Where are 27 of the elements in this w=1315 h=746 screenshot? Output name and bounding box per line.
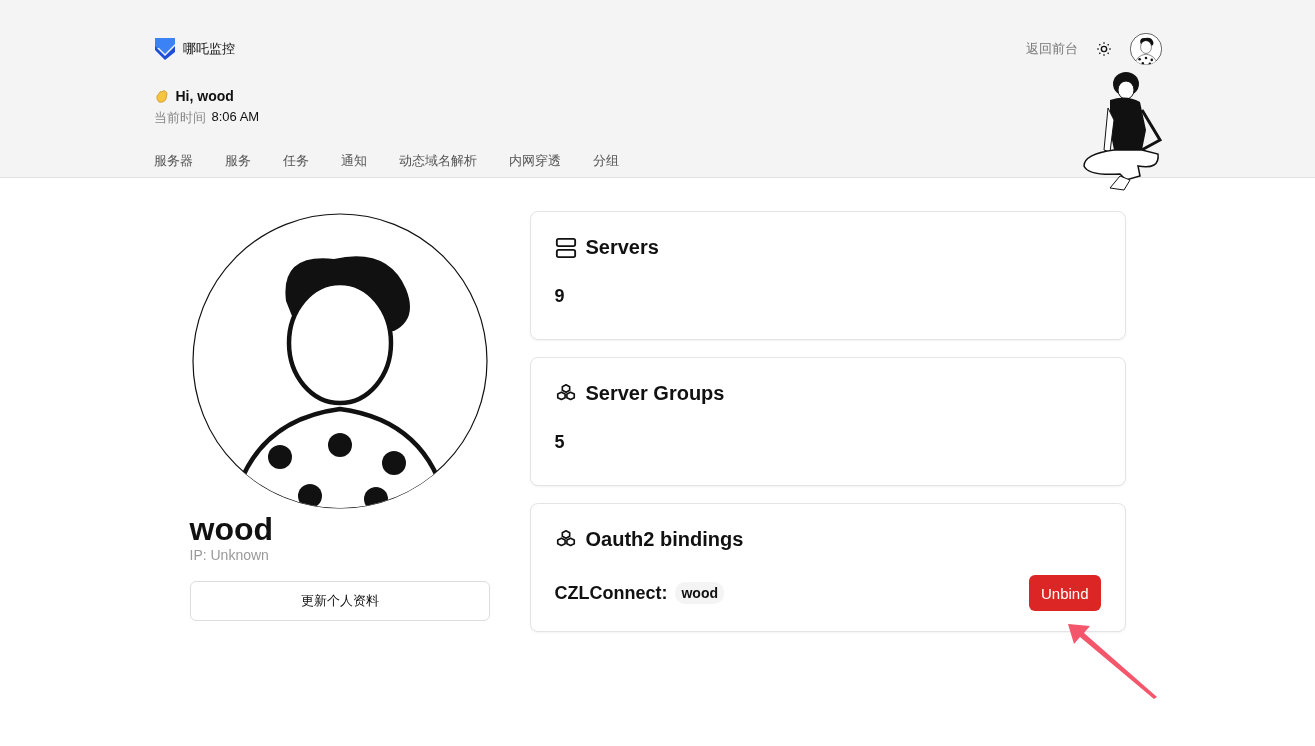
card-title: Servers — [585, 236, 659, 259]
theme-toggle-icon[interactable] — [1095, 41, 1112, 57]
unbind-button[interactable]: Unbind — [1028, 575, 1101, 611]
time-label: 当前时间 — [153, 109, 206, 127]
card-title: Oauth2 bindings — [585, 528, 744, 551]
greeting-text: Hi, wood — [175, 88, 234, 104]
nav-tab[interactable]: 内网穿透 — [508, 152, 561, 170]
card-value: 5 — [554, 432, 566, 453]
username: wood — [189, 511, 275, 547]
card-value: 9 — [554, 286, 566, 307]
nav-tab[interactable]: 服务 — [224, 152, 251, 170]
nav-tab[interactable]: 分组 — [592, 152, 619, 170]
nav-tab[interactable]: 通知 — [340, 152, 367, 170]
update-profile-button[interactable]: 更新个人资料 — [189, 581, 490, 621]
brand-name: 哪吒监控 — [182, 40, 235, 58]
logo-icon — [153, 37, 176, 61]
current-time: 8:06 AM — [211, 109, 260, 126]
avatar-icon — [1129, 33, 1162, 65]
ip-address: IP: Unknown — [189, 547, 270, 563]
nav-tab[interactable]: 动态域名解析 — [398, 152, 477, 170]
server-icon — [554, 236, 577, 259]
nav-tab[interactable]: 任务 — [282, 152, 309, 170]
back-to-frontend-link[interactable]: 返回前台 — [1025, 40, 1078, 58]
account-tag: wood — [675, 582, 725, 604]
provider-name: CZLConnect: — [554, 582, 668, 604]
nav-tab[interactable]: 服务器 — [153, 152, 193, 170]
card-title: Server Groups — [585, 382, 725, 405]
